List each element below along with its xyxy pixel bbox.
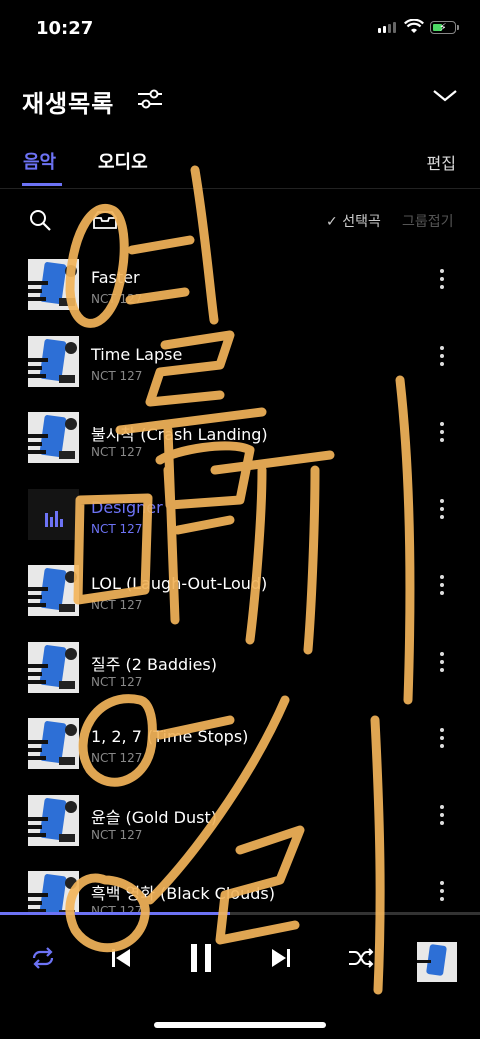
track-title: Designer [91,497,163,517]
chevron-down-icon[interactable] [432,86,458,104]
signal-icon [378,22,396,33]
more-icon[interactable] [437,269,447,293]
wifi-icon [404,19,424,33]
more-icon[interactable] [437,498,447,523]
page-title: 재생목록 [22,90,115,118]
more-icon[interactable] [437,422,447,446]
album-art [28,335,79,387]
track-list: Faster NCT 127 Time Lapse NCT 127 불시착 (Crash… [0,250,480,914]
more-icon[interactable] [437,881,447,905]
home-indicator [154,1022,326,1028]
track-title: LOL (Laugh-Out-Loud) [91,574,268,593]
search-icon[interactable] [28,208,52,232]
list-toolbar: ✓ 선택곡 그룹접기 [0,200,480,240]
track-title: 흑백 영화 (Black Clouds) [91,884,275,903]
battery-icon: ⚡ [430,21,456,34]
check-icon: ✓ [326,214,338,230]
status-bar: 10:27 ⚡ [0,0,480,58]
track-row[interactable]: Designer NCT 127 [0,480,480,556]
playback-progress-fill [0,912,231,915]
track-artist: NCT 127 [91,751,143,765]
track-row[interactable]: LOL (Laugh-Out-Loud) NCT 127 [0,556,480,632]
equalizer-icon [45,510,63,527]
track-row[interactable]: 1, 2, 7 (Time Stops) NCT 127 [0,709,480,785]
more-icon[interactable] [437,651,447,676]
tab-bar: 음악 오디오 편집 [0,140,480,189]
shuffle-icon[interactable] [347,946,375,970]
more-icon[interactable] [437,804,447,829]
track-title: Faster [91,268,140,287]
track-artist: NCT 127 [91,674,143,689]
tab-active-indicator [22,183,62,186]
track-row[interactable]: Faster NCT 127 [0,250,480,326]
header: 재생목록 [0,78,480,122]
status-time: 10:27 [36,18,94,39]
track-artist: NCT 127 [91,445,143,459]
track-artist: NCT 127 [91,827,143,842]
track-row[interactable]: 윤슬 (Gold Dust) NCT 127 [0,786,480,862]
album-art [28,718,79,769]
track-title: 1, 2, 7 (Time Stops) [91,727,249,746]
filter-icon[interactable] [136,86,164,112]
battery-cap [457,25,459,30]
tab-audio[interactable]: 오디오 [98,148,148,174]
track-title: 불시착 (Crash Landing) [91,425,268,444]
album-art [28,641,79,693]
track-title: Time Lapse [91,344,183,364]
pause-icon[interactable] [188,942,214,974]
track-row[interactable]: Time Lapse NCT 127 [0,327,480,403]
next-icon[interactable] [270,946,292,970]
player-bar [0,930,480,996]
track-artist: NCT 127 [91,598,143,612]
album-art [28,794,79,846]
more-icon[interactable] [437,728,447,752]
album-art [28,565,79,616]
track-row[interactable]: 불시착 (Crash Landing) NCT 127 [0,403,480,479]
track-title: 윤슬 (Gold Dust) [91,807,217,827]
track-artist: NCT 127 [91,292,143,306]
track-artist: NCT 127 [91,521,143,536]
more-icon[interactable] [437,575,447,599]
track-row[interactable]: 질주 (2 Baddies) NCT 127 [0,633,480,709]
edit-button[interactable]: 편집 [427,150,456,174]
playback-progress[interactable] [0,912,480,915]
album-art [28,871,79,914]
album-art [28,412,79,463]
box-icon[interactable] [92,210,118,230]
track-title: 질주 (2 Baddies) [91,654,217,674]
select-song-button[interactable]: ✓ 선택곡 [326,211,381,231]
track-artist: NCT 127 [91,368,143,383]
now-playing-album-art[interactable] [417,942,457,982]
group-fold-button[interactable]: 그룹접기 [402,211,454,231]
repeat-icon[interactable] [30,946,56,970]
album-art [28,488,79,540]
select-song-label: 선택곡 [342,214,381,230]
album-art [28,259,79,310]
more-icon[interactable] [437,345,447,370]
tab-music[interactable]: 음악 [23,148,56,174]
previous-icon[interactable] [110,946,132,970]
track-row[interactable]: 흑백 영화 (Black Clouds) NCT 127 [0,862,480,914]
